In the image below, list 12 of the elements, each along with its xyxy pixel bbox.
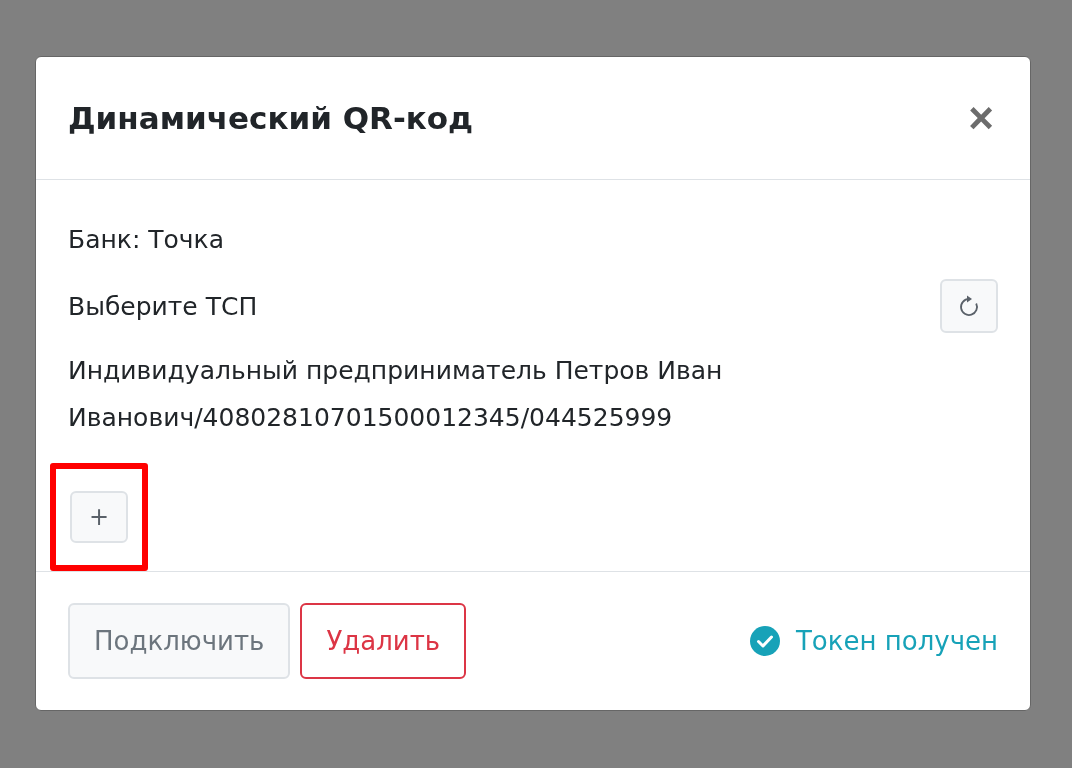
add-button[interactable]: + bbox=[70, 491, 128, 544]
check-circle-icon bbox=[749, 626, 780, 657]
merchant-label: Выберите ТСП bbox=[68, 290, 258, 323]
merchant-text: Индивидуальный предприниматель Петров Иван Иванович/40802810701500012345/044525999 bbox=[68, 355, 724, 435]
refresh-button[interactable] bbox=[940, 279, 998, 334]
connect-button[interactable]: Подключить bbox=[68, 603, 291, 680]
status-text: Токен получен bbox=[795, 626, 998, 657]
refresh-icon bbox=[958, 294, 980, 319]
bank-label: Банк: Точка bbox=[68, 224, 226, 257]
modal-title: Динамический QR-код bbox=[68, 100, 474, 137]
close-button[interactable]: × bbox=[964, 96, 998, 141]
delete-button[interactable]: Удалить bbox=[300, 603, 467, 680]
